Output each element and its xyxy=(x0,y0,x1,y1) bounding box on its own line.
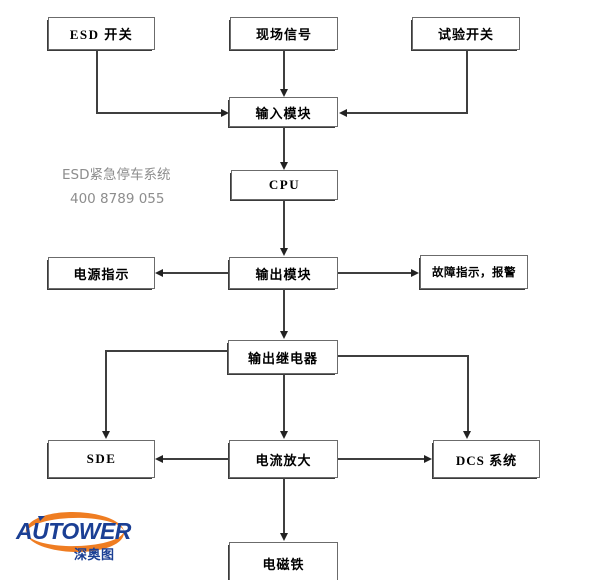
edge-relay-to-dcs-arrowhead xyxy=(463,431,471,439)
edge-field-to-input-arrowhead xyxy=(279,89,288,97)
edge-output-to-power-horizontal xyxy=(163,272,229,274)
logo-chinese-text: 深奥图 xyxy=(74,547,115,563)
node-label: 现场信号 xyxy=(255,27,312,42)
node-label: 试验开关 xyxy=(437,27,494,42)
node-output-module[interactable]: 输出模块 xyxy=(229,257,338,289)
node-label: 输出模块 xyxy=(255,266,312,282)
edge-output-to-power-arrowhead xyxy=(155,268,163,277)
edge-relay-to-dcs-horizontal xyxy=(338,355,468,357)
edge-amp-to-dcs-horizontal xyxy=(338,458,425,460)
node-label: 故障指示，报警 xyxy=(432,267,516,279)
node-input-module[interactable]: 输入模块 xyxy=(229,97,338,127)
edge-cpu-to-output-vertical xyxy=(283,200,285,250)
edge-output-to-relay-vertical xyxy=(283,289,285,333)
logo-wordmark: AUTOWER xyxy=(15,518,132,544)
edge-output-to-relay-arrowhead xyxy=(279,331,288,339)
edge-esd-to-input-vertical xyxy=(96,50,98,114)
node-field-signal[interactable]: 现场信号 xyxy=(230,17,338,50)
edge-output-to-fault-horizontal xyxy=(338,272,412,274)
node-output-relay[interactable]: 输出继电器 xyxy=(228,340,338,374)
node-label: 输出继电器 xyxy=(247,350,318,366)
edge-relay-to-sde-horizontal xyxy=(105,350,228,352)
node-label: 电磁铁 xyxy=(262,556,305,572)
edge-test-to-input-vertical xyxy=(466,50,468,114)
node-label: SDE xyxy=(86,451,117,466)
node-fault-alarm[interactable]: 故障指示，报警 xyxy=(420,255,528,289)
edge-output-to-fault-arrowhead xyxy=(411,268,419,277)
node-label: 电流放大 xyxy=(255,452,312,468)
node-esd-switch[interactable]: ESD 开关 xyxy=(48,17,155,50)
edge-cpu-to-output-arrowhead xyxy=(279,248,288,256)
node-sde[interactable]: SDE xyxy=(48,440,155,478)
edge-esd-to-input-horizontal xyxy=(96,112,222,114)
node-dcs-system[interactable]: DCS 系统 xyxy=(433,440,540,478)
flowchart-canvas: ESD 开关 现场信号 试验开关 输入模块 CPU 电源指示 输出模块 故障指示… xyxy=(0,0,600,580)
autower-logo: AUTOWER 深奥图 xyxy=(15,511,132,563)
edge-test-to-input-horizontal xyxy=(347,112,467,114)
node-label: 电源指示 xyxy=(73,266,130,282)
edge-amp-to-solenoid-vertical xyxy=(283,478,285,535)
edge-input-to-cpu-vertical xyxy=(283,127,285,163)
node-power-indicator[interactable]: 电源指示 xyxy=(48,257,155,289)
edge-field-to-input-vertical xyxy=(283,50,285,90)
node-solenoid[interactable]: 电磁铁 xyxy=(229,542,338,580)
edge-amp-to-dcs-arrowhead xyxy=(424,454,432,463)
edge-amp-to-sde-arrowhead xyxy=(155,454,163,463)
node-cpu[interactable]: CPU xyxy=(231,170,338,200)
node-label: 输入模块 xyxy=(255,105,312,121)
edge-test-to-input-arrowhead xyxy=(339,108,347,117)
edge-relay-to-dcs-vertical xyxy=(467,355,469,433)
node-test-switch[interactable]: 试验开关 xyxy=(412,17,520,50)
edge-relay-to-amp-arrowhead xyxy=(279,431,288,439)
edge-amp-to-sde-horizontal xyxy=(163,458,229,460)
watermark-line-1: ESD紧急停车系统 xyxy=(62,167,171,183)
edge-amp-to-solenoid-arrowhead xyxy=(279,533,288,541)
edge-relay-to-sde-arrowhead xyxy=(101,431,110,439)
node-label: DCS 系统 xyxy=(455,452,518,468)
edge-relay-to-sde-vertical xyxy=(105,350,107,433)
edge-input-to-cpu-arrowhead xyxy=(279,162,288,170)
node-label: CPU xyxy=(268,177,301,192)
edge-esd-to-input-arrowhead xyxy=(221,108,229,117)
node-current-amplifier[interactable]: 电流放大 xyxy=(229,440,338,478)
node-label: ESD 开关 xyxy=(69,27,134,42)
edge-relay-to-amp-vertical xyxy=(283,374,285,433)
watermark-line-2: 400 8789 055 xyxy=(70,191,165,207)
